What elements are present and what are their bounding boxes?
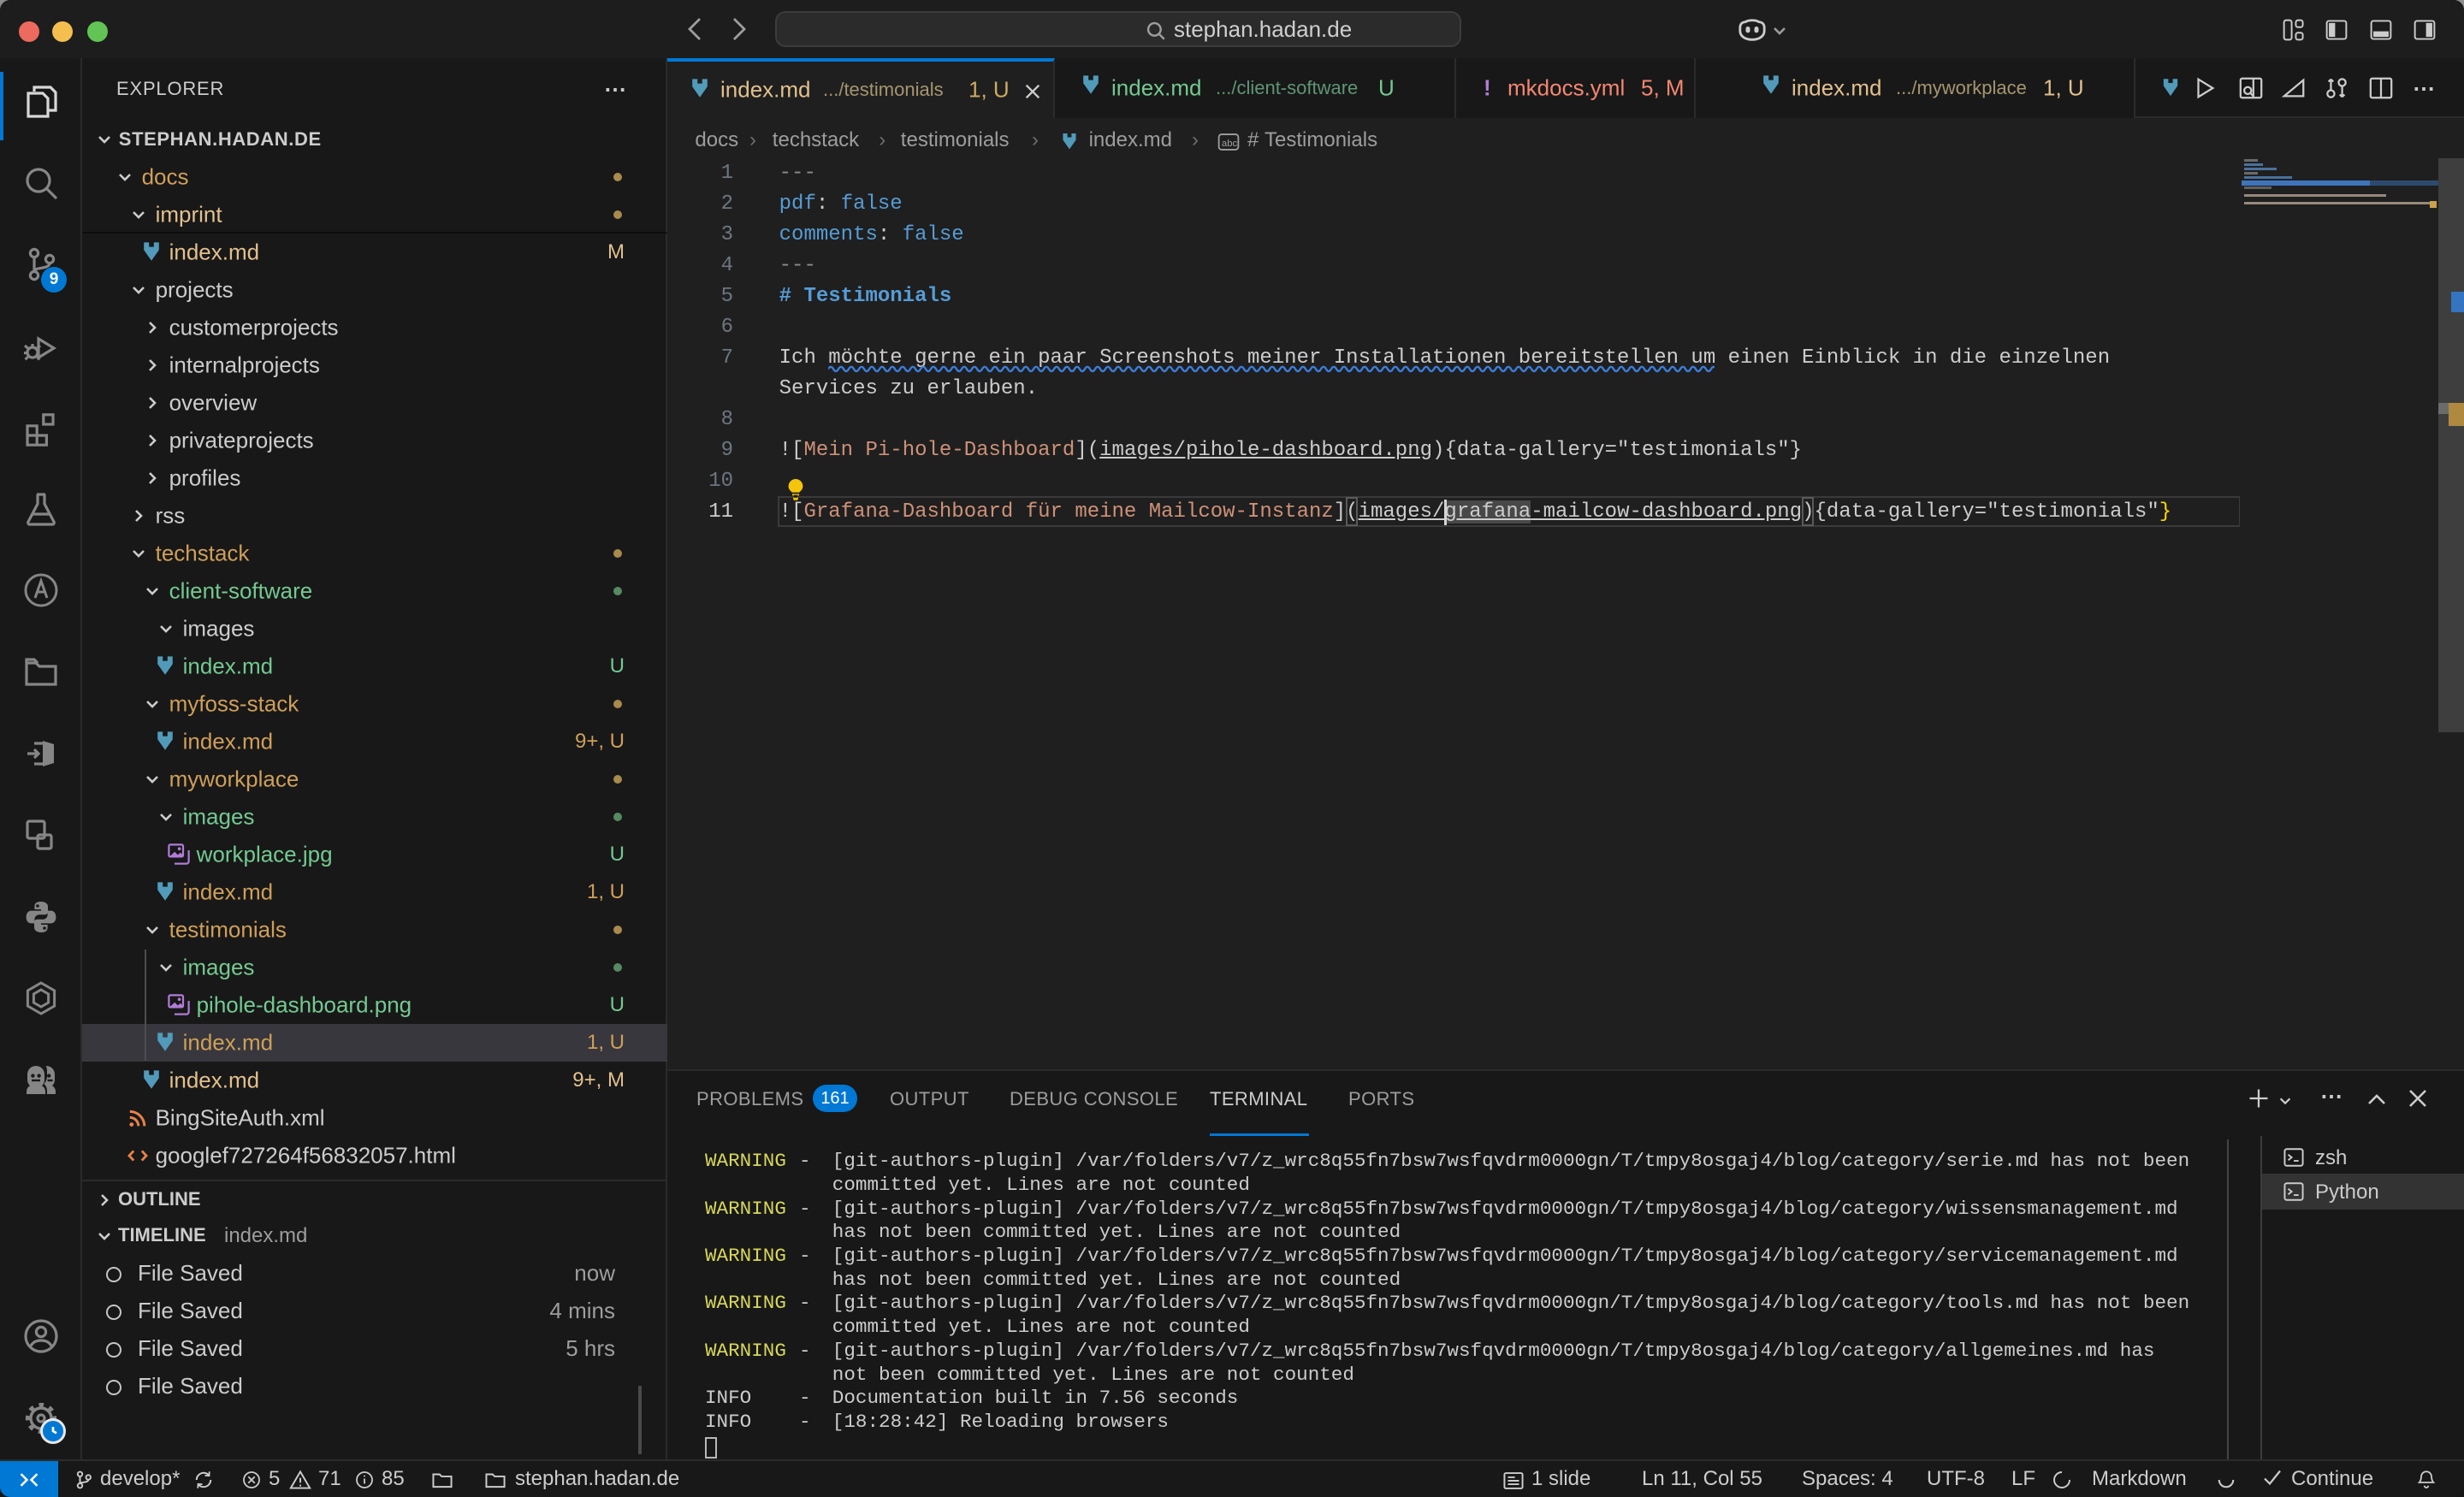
svg-text:abc: abc — [1221, 139, 1237, 149]
